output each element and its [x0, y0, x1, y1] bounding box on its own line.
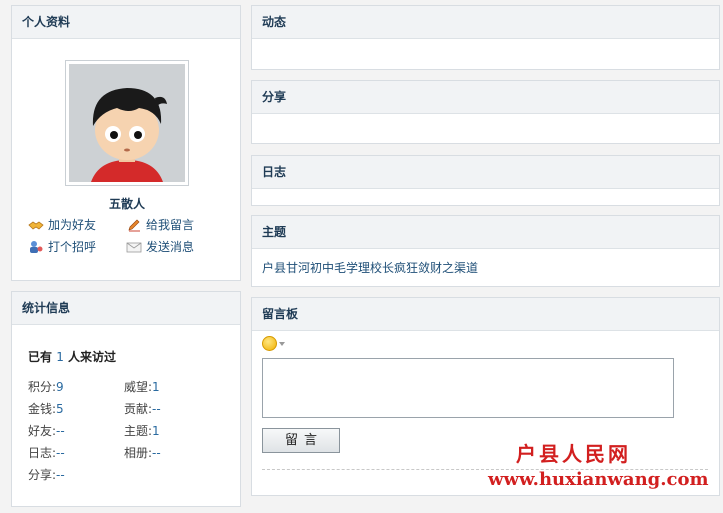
- leave-message-label: 给我留言: [146, 218, 195, 232]
- watermark-text: 户县人民网: [516, 442, 631, 466]
- avatar[interactable]: [65, 60, 189, 186]
- topic-title: 主题: [252, 216, 719, 249]
- stats-title: 统计信息: [12, 292, 240, 325]
- stat-albums: 相册:--: [124, 446, 161, 460]
- activity-panel: 动态: [251, 5, 720, 70]
- stat-contribution: 贡献:--: [124, 402, 161, 416]
- activity-title: 动态: [252, 6, 719, 39]
- emoji-picker-icon[interactable]: [262, 336, 277, 351]
- stat-points: 积分:9: [28, 380, 64, 394]
- blog-title: 日志: [252, 156, 719, 189]
- say-hi-action[interactable]: 打个招呼: [28, 239, 96, 255]
- stat-topics: 主题:1: [124, 424, 160, 438]
- visits-line: 已有 1 人来访过: [28, 348, 116, 365]
- pencil-icon: [126, 218, 142, 232]
- share-title: 分享: [252, 81, 719, 114]
- visits-count: 1: [56, 350, 64, 364]
- guestbook-title: 留言板: [252, 298, 719, 331]
- add-friend-action[interactable]: 加为好友: [28, 217, 96, 233]
- message-input[interactable]: [262, 358, 674, 418]
- guestbook-panel: 留言板 留言: [251, 297, 720, 496]
- stat-shares: 分享:--: [28, 468, 65, 482]
- avatar-image: [69, 64, 185, 182]
- submit-message-button[interactable]: 留言: [262, 428, 340, 453]
- stat-blogs: 日志:--: [28, 446, 65, 460]
- topic-panel: 主题 户县甘河初中毛学理校长疯狂敛财之渠道: [251, 215, 720, 287]
- visits-prefix: 已有: [28, 350, 53, 364]
- user-name[interactable]: 五散人: [12, 195, 242, 212]
- profile-panel: 个人资料 五散人 加为好友 给我留言 打个招呼 发送消息: [11, 5, 241, 281]
- stat-friends: 好友:--: [28, 424, 65, 438]
- profile-title: 个人资料: [12, 6, 240, 39]
- topic-link[interactable]: 户县甘河初中毛学理校长疯狂敛财之渠道: [262, 259, 478, 276]
- stat-money: 金钱:5: [28, 402, 64, 416]
- send-message-action[interactable]: 发送消息: [126, 239, 194, 255]
- say-hi-label: 打个招呼: [48, 240, 97, 254]
- send-message-label: 发送消息: [146, 240, 195, 254]
- watermark-url: www.huxianwang.com: [488, 469, 709, 490]
- stat-prestige: 威望:1: [124, 380, 160, 394]
- visits-suffix: 人来访过: [68, 350, 117, 364]
- leave-message-action[interactable]: 给我留言: [126, 217, 194, 233]
- person-wave-icon: [28, 240, 44, 254]
- handshake-icon: [28, 218, 44, 232]
- chevron-down-icon[interactable]: [279, 342, 285, 346]
- stats-panel: 统计信息 已有 1 人来访过 积分:9 威望:1 金钱:5 贡献:-- 好友:-…: [11, 291, 241, 507]
- envelope-icon: [126, 240, 142, 254]
- add-friend-label: 加为好友: [48, 218, 97, 232]
- blog-panel: 日志: [251, 155, 720, 206]
- share-panel: 分享: [251, 80, 720, 144]
